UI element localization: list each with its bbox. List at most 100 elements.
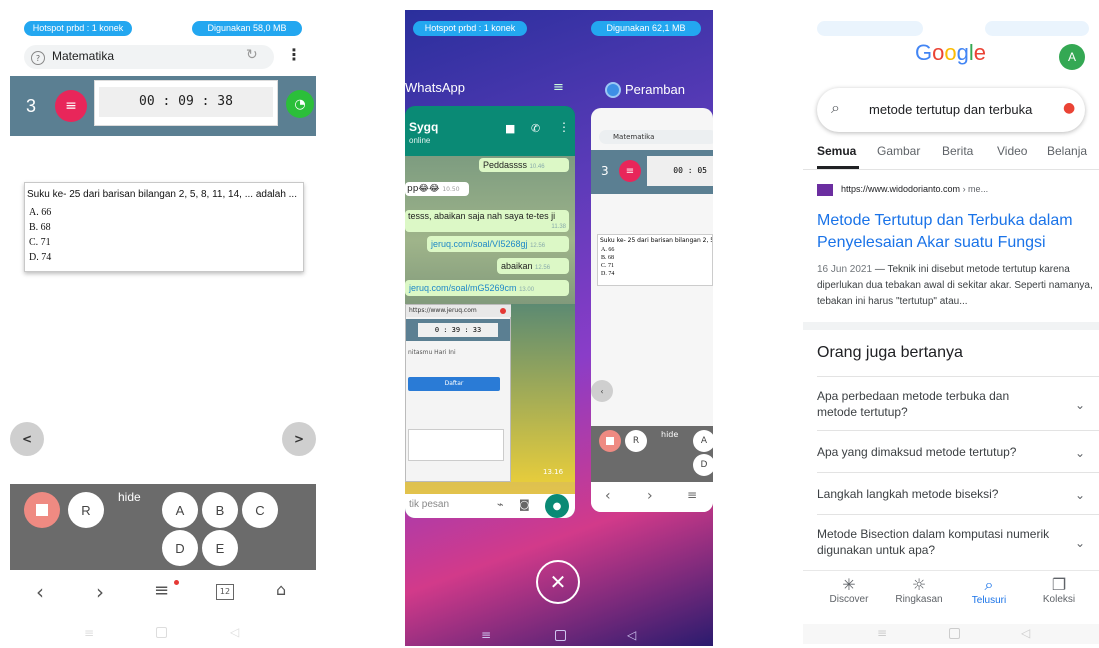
answer-c-button[interactable]: C (242, 492, 278, 528)
answer-e-button[interactable]: E (202, 530, 238, 566)
browser-app-icon (605, 82, 621, 98)
clear-all-close-icon[interactable]: ✕ (536, 560, 580, 604)
next-question-button[interactable]: > (282, 422, 316, 456)
google-logo-text: Google (915, 40, 987, 65)
stop-icon (36, 504, 48, 516)
message-time: 10.46 (529, 164, 545, 170)
result-title-link[interactable]: Metode Tertutup dan Terbuka dalam Penyel… (817, 210, 1099, 254)
tabs-divider (803, 169, 1099, 170)
result-url[interactable]: https://www.widodorianto.com › me... (841, 184, 988, 194)
home-nav-icon[interactable] (555, 630, 566, 641)
chat-link-message[interactable]: jeruq.com/soal/VI5268gj 12.56 (427, 236, 569, 252)
tab-video[interactable]: Video (997, 144, 1027, 158)
tab-gambar[interactable]: Gambar (877, 144, 920, 158)
tab-berita[interactable]: Berita (942, 144, 973, 158)
whatsapp-card-menu-icon[interactable]: ≡ (553, 80, 564, 95)
answer-b-button[interactable]: B (202, 492, 238, 528)
nav-label: Discover (829, 594, 869, 605)
chat-more-icon[interactable]: ⋮ (558, 120, 570, 134)
google-logo[interactable]: Google (915, 40, 986, 66)
paa-item-4[interactable]: Metode Bisection dalam komputasi numerik… (817, 526, 1085, 558)
reset-button[interactable]: R (68, 492, 104, 528)
option-a[interactable]: A. 66 (29, 205, 51, 220)
nav-koleksi[interactable]: ❐ Koleksi (1029, 575, 1089, 605)
mic-icon[interactable]: ● (1063, 100, 1075, 116)
contact-presence: online (409, 136, 431, 145)
hide-button[interactable]: hide (118, 490, 141, 504)
prev-question-button[interactable]: < (10, 422, 44, 456)
account-avatar[interactable]: A (1059, 44, 1085, 70)
option-d[interactable]: D. 74 (29, 250, 51, 265)
recent-apps-icon[interactable]: ≡ (481, 628, 491, 642)
menu-icon[interactable]: ≡ (55, 90, 87, 122)
video-call-icon[interactable]: ■ (505, 122, 515, 135)
paa-item-1[interactable]: Apa perbedaan metode terbuka dan metode … (817, 388, 1085, 420)
option-b[interactable]: B. 68 (29, 220, 51, 235)
embedded-screenshot[interactable]: https://www.jeruq.com 0 : 39 : 33 nitasm… (405, 304, 513, 482)
home-nav-icon[interactable] (949, 628, 960, 639)
tab-belanja[interactable]: Belanja (1047, 144, 1087, 158)
browser-card-stop-icon (599, 430, 621, 452)
recent-apps-icon[interactable]: ≡ (84, 626, 94, 640)
browser-nav-bar: ‹ › ≡ 12 ⌂ (10, 574, 316, 614)
tabs-icon[interactable]: 12 (216, 584, 234, 600)
browser-card-menu-icon: ≡ (619, 160, 641, 182)
back-icon[interactable]: ‹ (36, 580, 44, 604)
browser-card-option: C. 71 (601, 263, 615, 269)
chevron-down-icon: ⌄ (1074, 488, 1085, 502)
browser-card-option: A. 66 (601, 247, 615, 253)
back-nav-icon[interactable]: ◁ (230, 625, 239, 639)
whatsapp-card[interactable]: Sygq online ■ ✆ ⋮ Peddassss 10.46 pp😂😂 1… (405, 106, 575, 518)
chat-link-message[interactable]: jeruq.com/soal/mG5269cm 13.00 (405, 280, 569, 296)
answer-a-button[interactable]: A (162, 492, 198, 528)
wifi-icon[interactable]: ◔ (286, 90, 314, 118)
search-query[interactable]: metode tertutup dan terbuka (869, 102, 1032, 117)
home-icon[interactable]: ⌂ (276, 580, 286, 599)
back-nav-icon[interactable]: ◁ (1021, 626, 1030, 640)
forward-icon[interactable]: › (96, 580, 104, 604)
embedded-time: 13.16 (543, 468, 564, 476)
recent-apps-icon[interactable]: ≡ (877, 626, 887, 640)
browser-card[interactable]: Matematika 3 ≡ 00 : 05 Suku ke- 25 dari … (591, 108, 713, 512)
more-menu-icon[interactable]: ⋮ (286, 45, 302, 64)
result-url-path: › me... (960, 184, 989, 194)
answer-d-button[interactable]: D (162, 530, 198, 566)
stop-button[interactable] (24, 492, 60, 528)
tab-semua[interactable]: Semua (817, 144, 856, 158)
panel-google-search: Google A ⌕ metode tertutup dan terbuka ●… (803, 10, 1099, 646)
back-nav-icon[interactable]: ◁ (627, 628, 636, 642)
home-nav-icon[interactable] (156, 627, 167, 638)
camera-icon[interactable]: ◙ (519, 498, 530, 511)
message-input[interactable]: tik pesan (409, 499, 449, 510)
panel-quiz-browser: Hotspot prbd : 1 konek Digunakan 58,0 MB… (10, 10, 316, 646)
search-box[interactable]: ⌕ metode tertutup dan terbuka ● (817, 88, 1085, 132)
address-bar[interactable]: ? Matematika ↻ (24, 45, 274, 69)
menu-list-icon[interactable]: ≡ (154, 580, 169, 601)
paa-item-3[interactable]: Langkah langkah metode biseksi? ⌄ (817, 486, 1085, 502)
browser-card-answer: A (693, 430, 713, 452)
chevron-down-icon: ⌄ (1074, 446, 1085, 460)
data-usage-status: Digunakan 62,1 MB (591, 21, 701, 36)
browser-card-answer: D (693, 454, 713, 476)
paa-item-2[interactable]: Apa yang dimaksud metode tertutup? ⌄ (817, 444, 1085, 460)
mic-icon[interactable]: ● (545, 494, 569, 518)
nav-ringkasan[interactable]: ☼ Ringkasan (889, 575, 949, 605)
result-snippet: 16 Jun 2021 — Teknik ini disebut metode … (817, 262, 1095, 310)
attach-icon[interactable]: ⌁ (497, 498, 504, 511)
phone-call-icon[interactable]: ✆ (531, 122, 540, 135)
question-number: 3 (26, 96, 37, 116)
notification-dot (174, 580, 179, 585)
section-separator (803, 322, 1099, 330)
reload-icon[interactable]: ↻ (246, 47, 258, 63)
message-text: abaikan (501, 261, 533, 271)
browser-card-answer-panel: R hide A D (591, 426, 713, 482)
message-input-bar: tik pesan ⌁ ◙ ● (405, 494, 575, 518)
nav-telusuri[interactable]: ⌕ Telusuri (959, 575, 1019, 606)
paa-divider (817, 472, 1099, 473)
browser-card-reset: R (625, 430, 647, 452)
option-c[interactable]: C. 71 (29, 235, 51, 250)
site-favicon-icon (817, 184, 833, 196)
nav-discover[interactable]: ✳ Discover (819, 575, 879, 605)
embedded-daftar-button: Daftar (408, 377, 500, 391)
browser-card-option: D. 74 (601, 271, 615, 277)
